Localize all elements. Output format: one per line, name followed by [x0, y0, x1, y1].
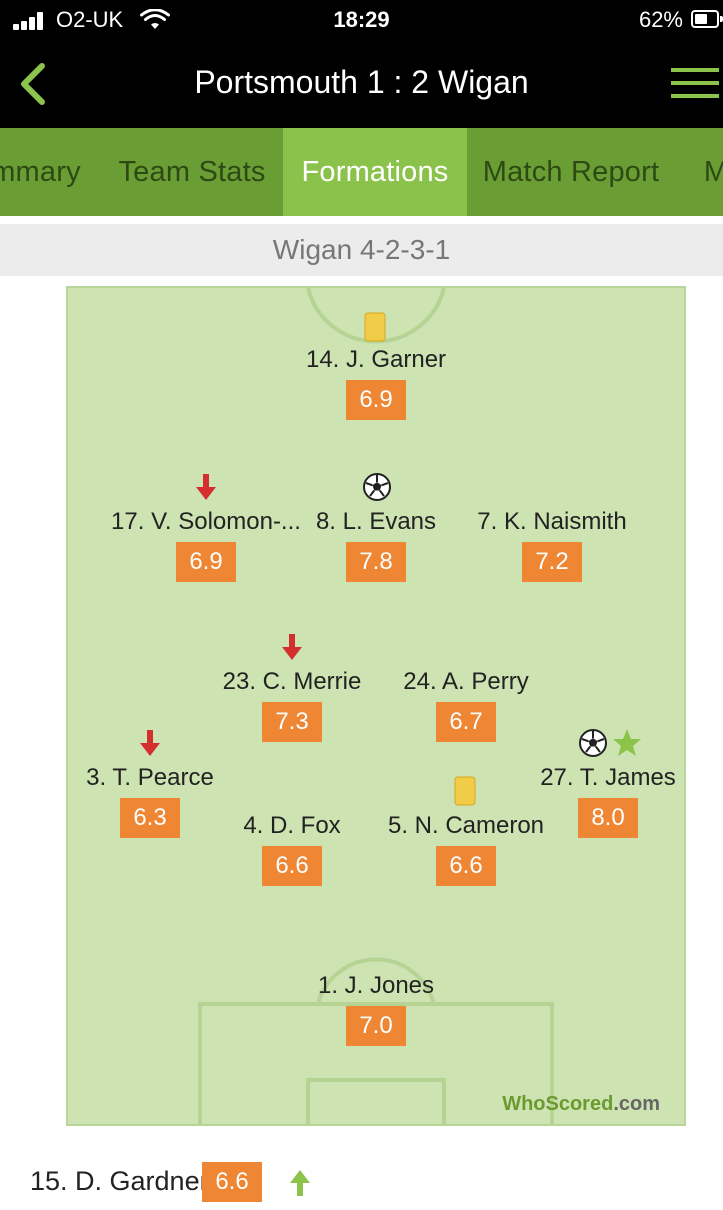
tab-more[interactable]: M	[696, 128, 723, 216]
player-fox[interactable]: 4. D. Fox 6.6	[192, 778, 392, 886]
match-title: Portsmouth 1 : 2 Wigan	[194, 64, 529, 100]
player-rating: 6.9	[176, 542, 236, 582]
player-garner[interactable]: 14. J. Garner 6.9	[276, 312, 476, 420]
player-rating: 7.3	[262, 702, 322, 742]
player-rating: 8.0	[578, 798, 638, 838]
player-name: 5. N. Cameron	[387, 812, 545, 839]
player-perry[interactable]: 24. A. Perry 6.7	[366, 634, 566, 742]
tab-match-report[interactable]: Match Report	[474, 128, 668, 216]
tab-bar: mmary Team Stats Formations Match Report…	[0, 128, 723, 216]
yellow-card-icon	[454, 776, 476, 811]
status-bar: O2-UK 18:29 62%	[0, 0, 723, 40]
sub-off-arrow-icon	[280, 632, 304, 667]
sub-off-arrow-icon	[138, 728, 162, 763]
clock: 18:29	[333, 7, 390, 32]
player-naismith[interactable]: 7. K. Naismith 7.2	[452, 474, 652, 582]
man-of-the-match-star-icon	[612, 728, 642, 763]
player-rating: 6.3	[120, 798, 180, 838]
player-rating: 7.0	[346, 1006, 406, 1046]
battery-percentage: 62%	[638, 7, 683, 32]
tab-team-stats[interactable]: Team Stats	[100, 128, 284, 216]
substitute-rating: 6.6	[202, 1162, 262, 1202]
tab-summary[interactable]: mmary	[0, 128, 84, 216]
pitch: 14. J. Garner 6.9 17. V. Solomon-... 6.9…	[66, 286, 686, 1126]
player-name: 4. D. Fox	[243, 812, 341, 839]
player-jones[interactable]: 1. J. Jones 7.0	[276, 938, 476, 1046]
battery-icon	[691, 10, 723, 28]
player-name: 8. L. Evans	[315, 508, 437, 535]
goal-ball-icon	[578, 728, 608, 763]
player-name: 23. C. Merrie	[222, 668, 362, 695]
player-rating: 6.6	[436, 846, 496, 886]
app-header: Portsmouth 1 : 2 Wigan	[0, 40, 723, 128]
player-name: 1. J. Jones	[317, 972, 435, 999]
player-rating: 6.7	[436, 702, 496, 742]
player-name: 14. J. Garner	[305, 346, 447, 373]
substitute-name: 15. D. Gardner	[30, 1166, 209, 1196]
player-rating: 7.2	[522, 542, 582, 582]
yellow-card-icon	[364, 312, 386, 347]
hamburger-menu-icon[interactable]	[671, 68, 719, 100]
sub-on-arrow-icon	[288, 1168, 312, 1203]
player-rating: 7.8	[346, 542, 406, 582]
player-rating: 6.9	[346, 380, 406, 420]
whoscored-logo: WhoScored.com	[502, 1093, 660, 1115]
player-merrie[interactable]: 23. C. Merrie 7.3	[192, 634, 392, 742]
sub-off-arrow-icon	[194, 472, 218, 507]
goal-ball-icon	[362, 472, 392, 507]
tab-formations[interactable]: Formations	[283, 128, 467, 216]
player-evans[interactable]: 8. L. Evans 7.8	[276, 472, 476, 582]
player-name: 24. A. Perry	[403, 668, 529, 695]
formation-label: Wigan 4-2-3-1	[0, 224, 723, 276]
player-cameron[interactable]: 5. N. Cameron 6.6	[366, 776, 566, 886]
player-rating: 6.6	[262, 846, 322, 886]
player-name: 7. K. Naismith	[477, 508, 627, 535]
